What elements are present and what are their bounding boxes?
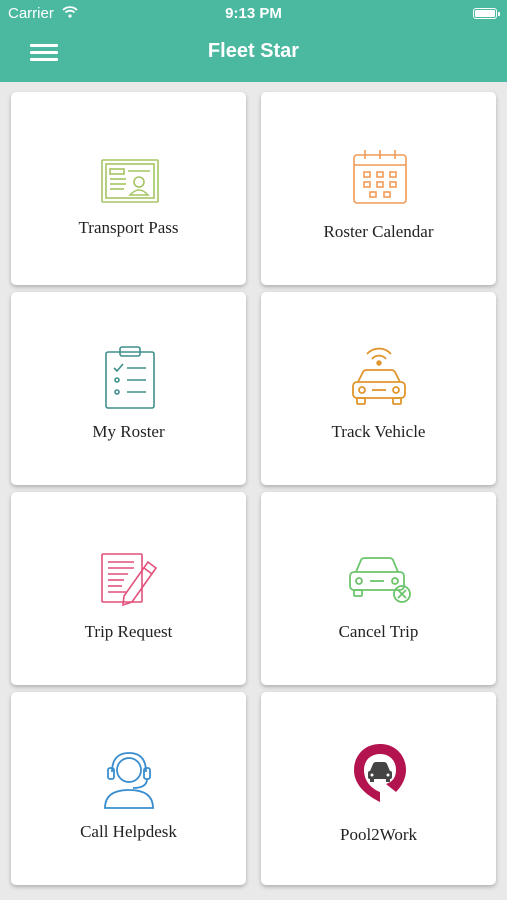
pool2work-logo-icon (354, 744, 406, 802)
cancel-trip-tile[interactable]: Cancel Trip (261, 492, 496, 685)
pool2work-label: Pool2Work (339, 825, 418, 844)
clock-time: 9:13 PM (225, 5, 282, 22)
car-cancel-icon (349, 557, 411, 603)
transport-pass-label: Transport Pass (78, 218, 179, 237)
call-helpdesk-tile[interactable]: Call Helpdesk (11, 692, 246, 885)
trip-request-tile[interactable]: Trip Request (11, 492, 246, 685)
nav-bar: Fleet Star (0, 28, 507, 78)
pool2work-tile[interactable]: Pool2Work (261, 692, 496, 885)
car-signal-icon (352, 347, 406, 405)
transport-pass-tile[interactable]: Transport Pass (11, 92, 246, 285)
clipboard-checklist-icon (105, 346, 155, 409)
id-card-icon (101, 159, 159, 203)
track-vehicle-tile[interactable]: Track Vehicle (261, 292, 496, 485)
menu-grid: Transport Pass Roster Calendar My Roster… (0, 82, 507, 900)
roster-calendar-label: Roster Calendar (323, 222, 434, 241)
document-pencil-icon (101, 553, 158, 607)
track-vehicle-label: Track Vehicle (331, 422, 426, 441)
calendar-icon (353, 150, 407, 204)
call-helpdesk-label: Call Helpdesk (80, 822, 177, 841)
battery-icon (473, 8, 500, 19)
status-bar: Carrier 9:13 PM (0, 0, 507, 28)
my-roster-tile[interactable]: My Roster (11, 292, 246, 485)
my-roster-label: My Roster (92, 422, 165, 441)
page-title: Fleet Star (207, 40, 300, 62)
cancel-trip-label: Cancel Trip (338, 622, 419, 641)
roster-calendar-tile[interactable]: Roster Calendar (261, 92, 496, 285)
trip-request-label: Trip Request (84, 622, 173, 641)
headset-agent-icon (104, 752, 154, 809)
